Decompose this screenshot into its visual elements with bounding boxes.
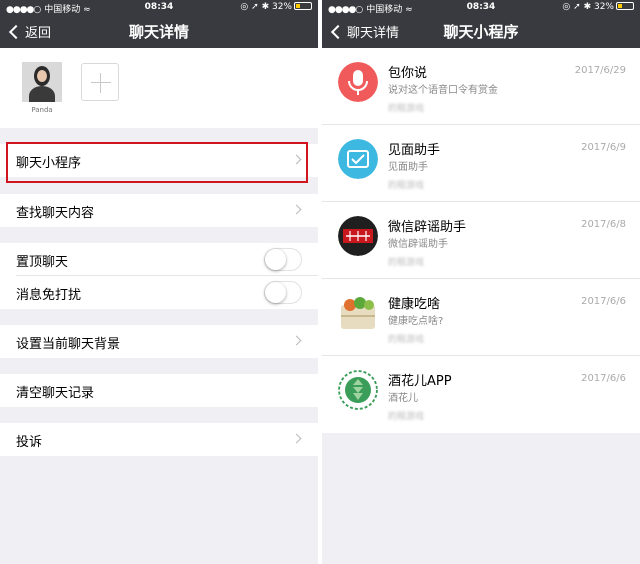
calendar-check-icon (338, 139, 378, 179)
battery-icon (294, 2, 312, 10)
mini-programs-screen: ●●●●○ 中国移动 ≈ 08:34 ◎ ➚ ✱ 32% 聊天详情 聊天小程序 包… (322, 0, 640, 564)
list-item[interactable]: 见面助手 见面助手 的租游戏 2017/6/9 (322, 125, 640, 202)
mini-program-date: 2017/6/9 (581, 142, 626, 153)
nav-bar: ●●●●○ 中国移动 ≈ 08:34 ◎ ➚ ✱ 32% 返回 聊天详情 (0, 0, 318, 48)
mini-program-name: 包你说 (388, 66, 428, 81)
mini-program-desc: 见面助手 (388, 162, 428, 173)
rumor-stamp-icon (338, 216, 378, 256)
chevron-right-icon (291, 433, 302, 444)
list-item[interactable]: 健康吃啥 健康吃点啥? 的租游戏 2017/6/6 (322, 279, 640, 356)
microphone-icon (338, 62, 378, 102)
battery-percent: 32% (593, 2, 614, 12)
mini-program-date: 2017/6/6 (581, 373, 626, 384)
blurred-text: 的租游戏 (388, 104, 425, 114)
status-bar: ●●●●○ 中国移动 ≈ 08:34 ◎ ➚ ✱ 32% (0, 0, 318, 16)
blurred-text: 的租游戏 (388, 335, 425, 345)
cell-search-chat[interactable]: 查找聊天内容 (0, 194, 318, 227)
list-item[interactable]: 包你说 说对这个语音口令有赏金 的租游戏 2017/6/29 (322, 48, 640, 125)
add-member-button[interactable] (81, 63, 119, 101)
food-box-icon (338, 293, 378, 333)
mini-program-date: 2017/6/8 (581, 219, 626, 230)
bluetooth-icon: ✱ (583, 2, 592, 12)
hop-icon (338, 370, 378, 410)
nav-bar: ●●●●○ 中国移动 ≈ 08:34 ◎ ➚ ✱ 32% 聊天详情 聊天小程序 (322, 0, 640, 48)
chevron-right-icon (291, 335, 302, 346)
cell-mini-programs[interactable]: 聊天小程序 (0, 144, 318, 177)
battery-icon (616, 2, 634, 10)
chevron-right-icon (291, 154, 302, 165)
lock-rotation-icon: ◎ (562, 2, 571, 12)
location-icon: ➚ (251, 2, 259, 12)
mini-program-desc: 说对这个语音口令有赏金 (388, 85, 498, 96)
location-icon: ➚ (573, 2, 581, 12)
member-name: Panda (31, 106, 53, 114)
mini-program-desc: 健康吃点啥? (388, 316, 444, 327)
cell-pin-chat: 置顶聊天 (0, 243, 318, 276)
mini-program-name: 健康吃啥 (388, 297, 441, 312)
list-item[interactable]: 微信辟谣助手 微信辟谣助手 的租游戏 2017/6/8 (322, 202, 640, 279)
cell-report[interactable]: 投诉 (0, 423, 318, 456)
blurred-text: 的租游戏 (388, 412, 425, 422)
mini-program-date: 2017/6/6 (581, 296, 626, 307)
cell-mute-notifications: 消息免打扰 (0, 276, 318, 309)
chevron-right-icon (291, 204, 302, 215)
page-title: 聊天小程序 (443, 23, 519, 41)
member-section: Panda (0, 48, 318, 128)
bluetooth-icon: ✱ (261, 2, 270, 12)
status-bar: ●●●●○ 中国移动 ≈ 08:34 ◎ ➚ ✱ 32% (322, 0, 640, 16)
page-title: 聊天详情 (128, 23, 189, 41)
battery-percent: 32% (271, 2, 292, 12)
mini-program-date: 2017/6/29 (574, 65, 626, 76)
mini-program-name: 见面助手 (388, 143, 441, 158)
mini-program-name: 酒花儿APP (388, 374, 452, 389)
mini-program-desc: 微信辟谣助手 (388, 239, 448, 250)
mute-toggle[interactable] (264, 281, 302, 304)
blurred-text: 的租游戏 (388, 258, 425, 268)
avatar[interactable] (22, 62, 62, 102)
pin-chat-toggle[interactable] (264, 248, 302, 271)
cell-chat-background[interactable]: 设置当前聊天背景 (0, 325, 318, 358)
mini-program-list: 包你说 说对这个语音口令有赏金 的租游戏 2017/6/29 见面助手 见面助手… (322, 48, 640, 433)
lock-rotation-icon: ◎ (240, 2, 249, 12)
mini-program-name: 微信辟谣助手 (388, 220, 467, 235)
chat-details-screen: ●●●●○ 中国移动 ≈ 08:34 ◎ ➚ ✱ 32% 返回 聊天详情 Pand… (0, 0, 318, 564)
mini-program-desc: 酒花儿 (388, 393, 418, 404)
blurred-text: 的租游戏 (388, 181, 425, 191)
list-item[interactable]: 酒花儿APP 酒花儿 的租游戏 2017/6/6 (322, 356, 640, 433)
cell-clear-history[interactable]: 清空聊天记录 (0, 374, 318, 407)
